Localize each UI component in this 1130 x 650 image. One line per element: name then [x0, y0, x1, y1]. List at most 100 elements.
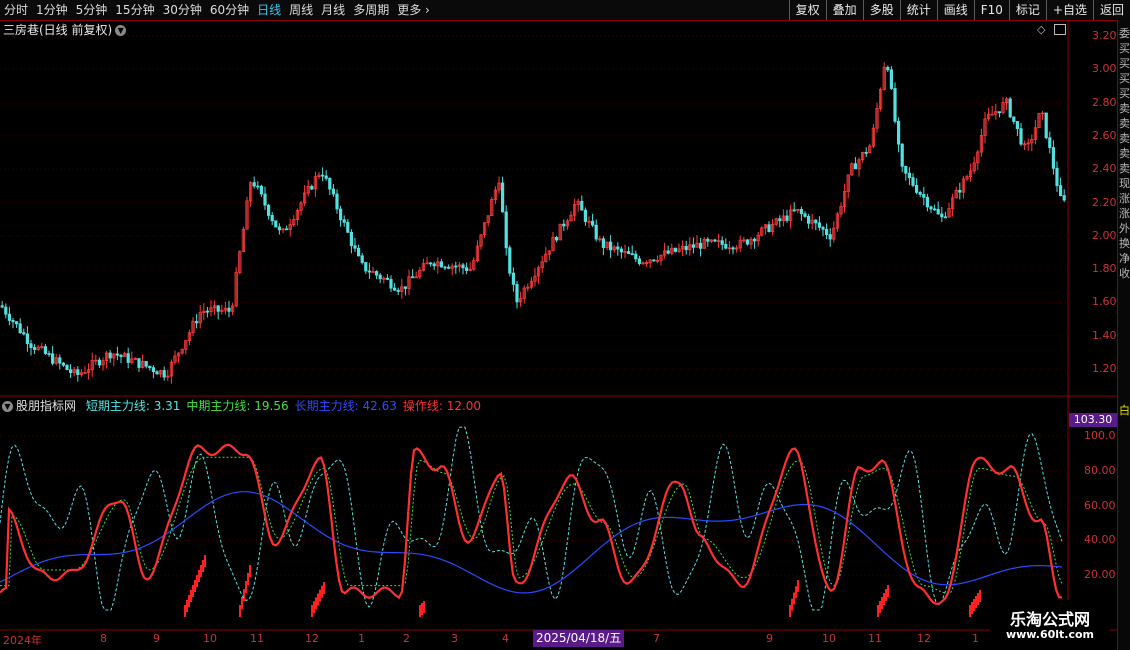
- period-tab-2[interactable]: 5分钟: [72, 0, 112, 20]
- candle-body: [216, 305, 220, 312]
- price-label: 2.60: [1092, 128, 1117, 142]
- candle-body: [162, 370, 166, 378]
- candle-body: [601, 238, 606, 248]
- candle-body: [713, 239, 717, 242]
- candle-body: [814, 219, 818, 224]
- candle-body: [864, 152, 868, 154]
- indicator-scale-label: 80.00: [1084, 463, 1116, 477]
- candle-body: [691, 244, 696, 248]
- candle-body: [591, 220, 595, 226]
- chevron-down-icon[interactable]: ▼: [115, 25, 127, 36]
- candle-body: [943, 216, 948, 219]
- period-tab-4[interactable]: 30分钟: [159, 0, 206, 20]
- candle-body: [270, 215, 274, 222]
- diamond-icon[interactable]: ◇: [1037, 23, 1045, 36]
- side-label: 委: [1119, 27, 1130, 40]
- toolbar-button-7[interactable]: +自选: [1045, 0, 1093, 20]
- candle-body: [324, 175, 328, 179]
- candle-body: [907, 172, 912, 179]
- toolbar-button-5[interactable]: F10: [973, 0, 1009, 20]
- candle-body: [609, 241, 613, 251]
- candle-body: [4, 306, 8, 315]
- candle-body: [11, 320, 15, 323]
- toolbar-button-3[interactable]: 统计: [899, 0, 937, 20]
- price-label: 1.80: [1092, 262, 1117, 276]
- candle-body: [18, 323, 22, 334]
- chart-canvas: [0, 20, 1117, 631]
- crosshair-date-badge: 2025/04/18/五: [533, 630, 625, 647]
- price-label: 3.00: [1092, 62, 1117, 76]
- period-tab-8[interactable]: 月线: [317, 0, 349, 20]
- date-tick-label: 2: [403, 632, 410, 645]
- toolbar-button-2[interactable]: 多股: [862, 0, 900, 20]
- candle-body: [252, 182, 256, 187]
- candle-body: [1044, 112, 1048, 139]
- date-tick-label: 8: [100, 632, 107, 645]
- period-tab-1[interactable]: 1分钟: [32, 0, 72, 20]
- side-label: 买: [1119, 72, 1130, 85]
- toolbar-button-6[interactable]: 标记: [1008, 0, 1046, 20]
- candle-body: [630, 253, 634, 256]
- candle-body: [1015, 121, 1020, 130]
- period-tab-5[interactable]: 60分钟: [206, 0, 253, 20]
- candle-body: [720, 240, 724, 245]
- window-toggle-icon[interactable]: [1054, 24, 1066, 35]
- indicator-scale-label: 60.00: [1084, 498, 1116, 512]
- side-label: 卖: [1119, 147, 1130, 160]
- side-label: 涨: [1119, 192, 1130, 205]
- candle-body: [33, 347, 37, 350]
- candle-body: [263, 193, 267, 206]
- candle-body: [627, 251, 631, 255]
- candle-body: [378, 274, 382, 280]
- indicator-pane-title[interactable]: ▼ 股朋指标网 短期主力线: 3.31 中期主力线: 19.56 长期主力线: 42.…: [2, 398, 481, 414]
- operation-bars: [184, 555, 981, 617]
- date-tick-label: 11: [868, 632, 882, 645]
- candle-body: [1059, 185, 1063, 196]
- candle-body: [29, 343, 33, 348]
- legend-item-1: 中期主力线: 19.56: [186, 399, 289, 413]
- side-label: 净: [1119, 252, 1130, 265]
- chevron-down-icon[interactable]: ▼: [2, 401, 13, 412]
- date-tick-label: 9: [766, 632, 773, 645]
- candle-body: [331, 188, 336, 195]
- candle-body: [817, 222, 822, 228]
- date-tick-label: 10: [822, 632, 836, 645]
- period-tab-9[interactable]: 多周期: [349, 0, 393, 20]
- period-tab-3[interactable]: 15分钟: [111, 0, 158, 20]
- date-tick-label: 7: [653, 632, 660, 645]
- candle-body: [911, 177, 915, 186]
- side-label: 买: [1119, 42, 1130, 55]
- toolbar-right-buttons: 复权 叠加 多股 统计 画线 F10 标记 +自选 返回: [788, 0, 1130, 20]
- candle-body: [432, 263, 436, 267]
- price-label: 1.20: [1092, 362, 1117, 375]
- stock-title: 三房巷(日线 前复权): [3, 23, 113, 37]
- toolbar-button-8[interactable]: 返回: [1092, 0, 1130, 20]
- period-tab-10[interactable]: 更多 ›: [393, 0, 434, 20]
- candle-body: [47, 353, 51, 355]
- indicator-lines: [0, 426, 1063, 611]
- candle-body: [43, 346, 48, 354]
- period-tab-6[interactable]: 日线: [253, 0, 285, 20]
- toolbar-button-1[interactable]: 叠加: [825, 0, 863, 20]
- candle-body: [151, 367, 155, 373]
- candle-body: [731, 247, 735, 250]
- legend-item-0: 短期主力线: 3.31: [85, 399, 181, 413]
- candle-body: [583, 209, 588, 222]
- toolbar-button-4[interactable]: 画线: [936, 0, 974, 20]
- candle-body: [616, 246, 620, 250]
- candle-body: [925, 196, 930, 208]
- candle-body: [320, 174, 325, 177]
- candle-body: [428, 262, 433, 265]
- indicator-scale-label: 100.0: [1084, 429, 1116, 442]
- main-pane-title[interactable]: 三房巷(日线 前复权) ▼: [3, 22, 127, 38]
- period-tab-0[interactable]: 分时: [0, 0, 32, 20]
- candle-body: [7, 313, 11, 321]
- candle-body: [904, 165, 908, 174]
- period-tab-7[interactable]: 周线: [285, 0, 317, 20]
- indicator-legend: 短期主力线: 3.31 中期主力线: 19.56 长期主力线: 42.63 操作线: …: [80, 399, 481, 413]
- toolbar-button-0[interactable]: 复权: [788, 0, 826, 20]
- candle-body: [1012, 116, 1016, 122]
- side-bottom-char: 白: [1119, 404, 1130, 417]
- candle-body: [310, 185, 314, 190]
- candle-body: [274, 220, 278, 228]
